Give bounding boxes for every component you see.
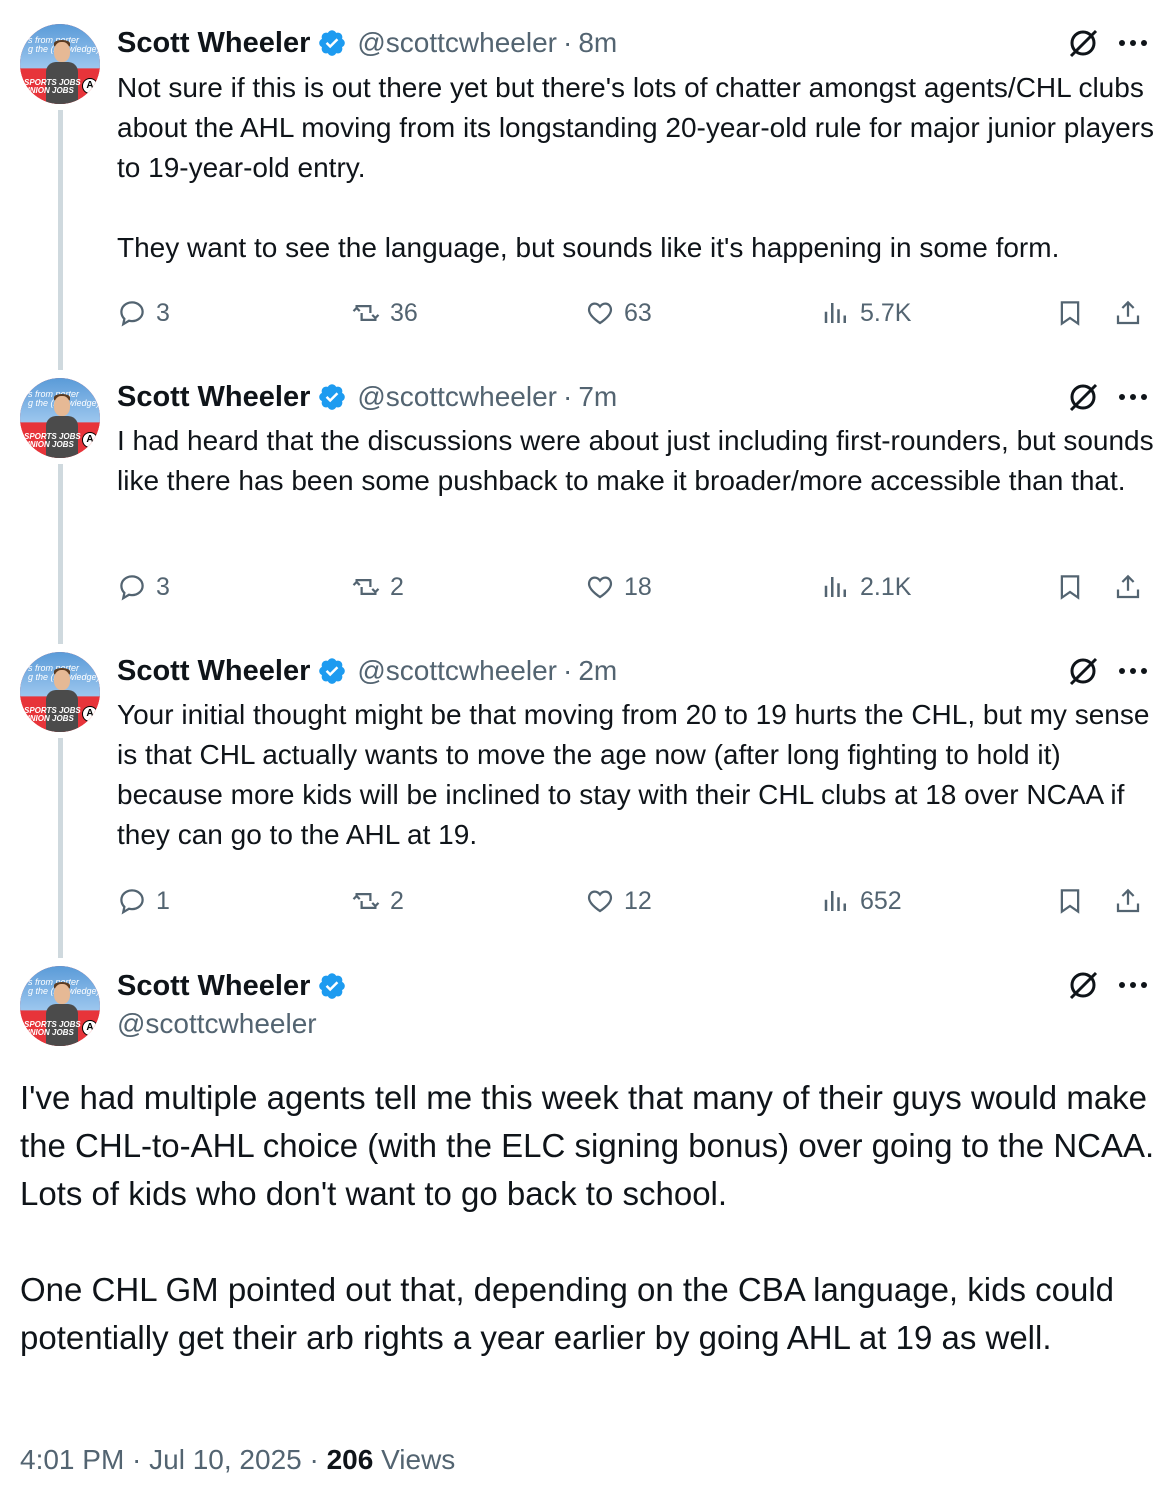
bookmark-button[interactable] <box>1055 570 1094 604</box>
reply-icon <box>120 575 144 601</box>
action-bar: 3 36 63 5.7K <box>117 296 1157 330</box>
repost-count: 2 <box>390 886 404 915</box>
like-button[interactable]: 63 <box>585 296 652 330</box>
reply-count: 3 <box>156 572 170 601</box>
author-handle[interactable]: @scottcwheeler <box>117 1008 317 1040</box>
repost-button[interactable]: 36 <box>351 296 418 330</box>
like-count: 63 <box>624 298 652 327</box>
tweet-time[interactable]: 2m <box>578 655 617 687</box>
views-total: 206 <box>326 1444 374 1475</box>
tweet-meta: 4:01 PM · Jul 10, 2025 · 206 Views <box>20 1444 455 1476</box>
tweet-text: I had heard that the discussions were ab… <box>117 425 1154 496</box>
like-button[interactable]: 18 <box>585 570 652 604</box>
author-handle[interactable]: @scottcwheeler <box>357 27 557 59</box>
avatar[interactable]: s from porter g the (knowledge) SPORTS J… <box>20 24 100 104</box>
tweet-text: Your initial thought might be that movin… <box>117 699 1150 850</box>
repost-button[interactable]: 2 <box>351 570 404 604</box>
like-button[interactable]: 12 <box>585 884 652 918</box>
grok-icon[interactable] <box>1066 26 1100 60</box>
views-button[interactable]: 652 <box>821 884 902 918</box>
like-icon <box>587 890 613 913</box>
separator-dot: · <box>562 381 573 412</box>
share-button[interactable] <box>1113 296 1152 330</box>
tweet-text: I've had multiple agents tell me this we… <box>20 1079 1155 1356</box>
share-button[interactable] <box>1113 884 1152 918</box>
share-icon <box>1116 574 1140 599</box>
repost-icon <box>352 579 380 595</box>
action-bar: 1 2 12 652 <box>117 884 1157 918</box>
author-handle[interactable]: @scottcwheeler <box>357 655 557 687</box>
views-icon <box>824 891 846 911</box>
repost-count: 36 <box>390 298 418 327</box>
bookmark-icon <box>1060 575 1080 600</box>
verified-badge-icon <box>319 973 346 999</box>
reply-button[interactable]: 3 <box>117 570 170 604</box>
avatar[interactable]: s from porter g the (knowledge) SPORTS J… <box>20 652 100 732</box>
bookmark-button[interactable] <box>1055 296 1094 330</box>
like-count: 12 <box>624 886 652 915</box>
author-name[interactable]: Scott Wheeler <box>117 970 310 1003</box>
avatar[interactable]: s from porter g the (knowledge) SPORTS J… <box>20 966 100 1046</box>
thread-line <box>58 738 63 958</box>
views-button[interactable]: 5.7K <box>821 296 911 330</box>
avatar[interactable]: s from porter g the (knowledge) SPORTS J… <box>20 378 100 458</box>
more-icon[interactable] <box>1117 980 1149 990</box>
reply-icon <box>120 889 144 915</box>
verified-badge-icon <box>319 30 346 56</box>
repost-button[interactable]: 2 <box>351 884 404 918</box>
repost-icon <box>352 893 380 909</box>
more-icon[interactable] <box>1117 392 1149 402</box>
verified-badge-icon <box>319 658 346 684</box>
views-icon <box>824 577 846 597</box>
reply-button[interactable]: 1 <box>117 884 170 918</box>
reply-button[interactable]: 3 <box>117 296 170 330</box>
views-count: 652 <box>860 886 902 915</box>
verified-badge-icon <box>319 384 346 410</box>
grok-icon[interactable] <box>1066 968 1100 1002</box>
grok-icon[interactable] <box>1066 380 1100 414</box>
action-bar: 3 2 18 2.1K <box>117 570 1157 604</box>
author-name[interactable]: Scott Wheeler <box>117 27 310 60</box>
tweet-time[interactable]: 8m <box>578 27 617 59</box>
separator-dot: · <box>562 27 573 58</box>
more-icon[interactable] <box>1117 666 1149 676</box>
separator-dot: · <box>562 655 573 686</box>
views-icon <box>824 303 846 323</box>
tweet-time[interactable]: 7m <box>578 381 617 413</box>
timestamp[interactable]: 4:01 PM · Jul 10, 2025 · <box>20 1444 327 1475</box>
repost-icon <box>352 305 380 321</box>
author-name[interactable]: Scott Wheeler <box>117 655 310 688</box>
views-button[interactable]: 2.1K <box>821 570 911 604</box>
views-count: 5.7K <box>860 298 912 327</box>
reply-count: 3 <box>156 298 170 327</box>
like-icon <box>587 302 613 325</box>
share-icon <box>1116 888 1140 913</box>
views-label: Views <box>373 1444 456 1475</box>
views-count: 2.1K <box>860 572 912 601</box>
more-icon[interactable] <box>1117 38 1149 48</box>
tweet-text: Not sure if this is out there yet but th… <box>117 72 1155 263</box>
share-button[interactable] <box>1113 570 1152 604</box>
bookmark-icon <box>1060 889 1080 914</box>
reply-count: 1 <box>156 886 170 915</box>
bookmark-icon <box>1060 301 1080 326</box>
repost-count: 2 <box>390 572 404 601</box>
like-icon <box>587 576 613 599</box>
reply-icon <box>120 301 144 327</box>
share-icon <box>1116 300 1140 325</box>
author-name[interactable]: Scott Wheeler <box>117 381 310 414</box>
author-handle[interactable]: @scottcwheeler <box>357 381 557 413</box>
thread-line <box>58 464 63 644</box>
thread-line <box>58 110 63 370</box>
grok-icon[interactable] <box>1066 654 1100 688</box>
bookmark-button[interactable] <box>1055 884 1094 918</box>
like-count: 18 <box>624 572 652 601</box>
